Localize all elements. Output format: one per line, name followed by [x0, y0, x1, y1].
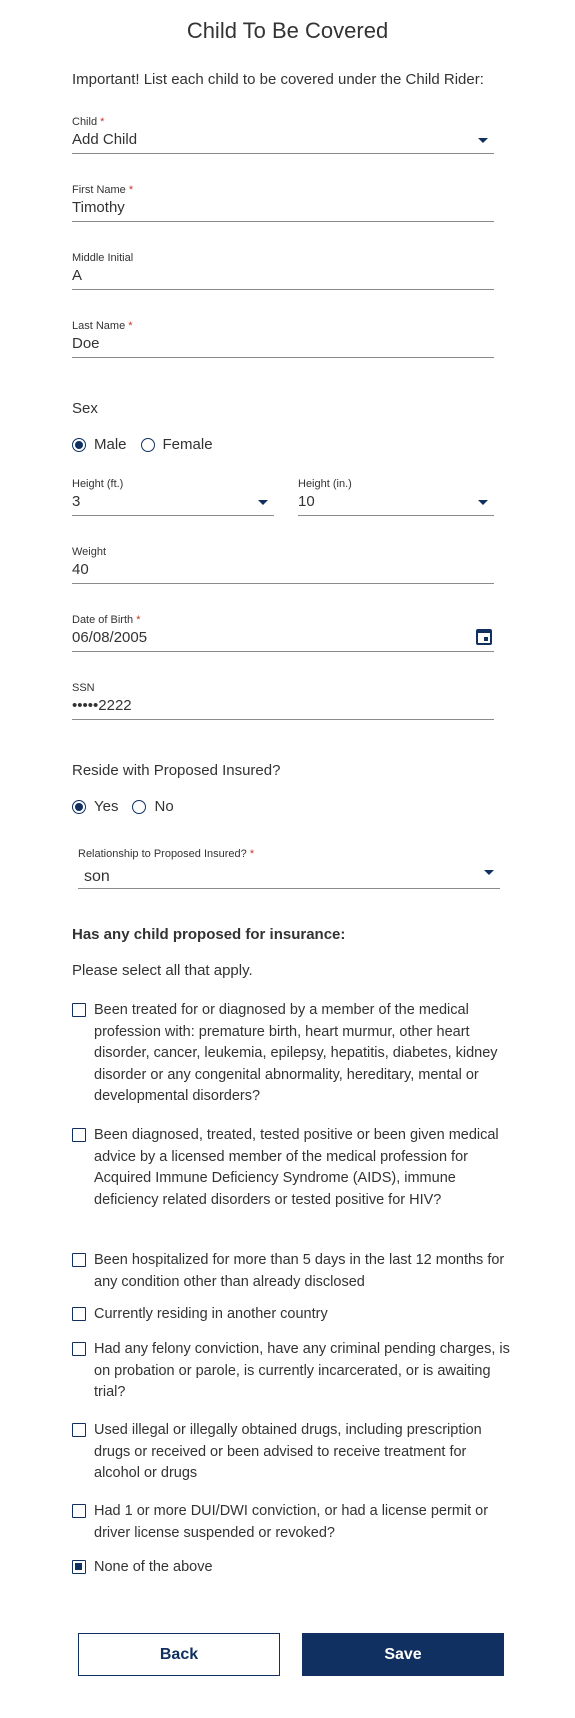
- calendar-icon[interactable]: [476, 629, 492, 645]
- checkbox-unchecked-icon[interactable]: [72, 1253, 86, 1267]
- question-text: Been diagnosed, treated, tested positive…: [94, 1127, 499, 1208]
- chevron-down-icon: [484, 870, 494, 875]
- checkbox-unchecked-icon[interactable]: [72, 1423, 86, 1437]
- question-item-none[interactable]: None of the above: [72, 1557, 512, 1579]
- back-button[interactable]: Back: [78, 1633, 280, 1676]
- height-ft-select[interactable]: Height (ft.) 3: [72, 478, 274, 516]
- question-item[interactable]: Been diagnosed, treated, tested positive…: [72, 1125, 512, 1211]
- reside-radio-group: Yes No: [72, 798, 188, 815]
- chevron-down-icon: [478, 500, 488, 505]
- chevron-down-icon: [258, 500, 268, 505]
- date-of-birth-label: Date of Birth *: [72, 614, 141, 626]
- checkbox-unchecked-icon[interactable]: [72, 1003, 86, 1017]
- last-name-field[interactable]: Last Name * Doe: [72, 320, 494, 358]
- question-text: Been treated for or diagnosed by a membe…: [94, 1002, 498, 1104]
- question-item[interactable]: Currently residing in another country: [72, 1304, 512, 1326]
- question-text: Had any felony conviction, have any crim…: [94, 1341, 510, 1400]
- questions-instruction: Please select all that apply.: [72, 962, 253, 979]
- question-item[interactable]: Been hospitalized for more than 5 days i…: [72, 1250, 512, 1293]
- checkbox-unchecked-icon[interactable]: [72, 1128, 86, 1142]
- radio-unselected-icon[interactable]: [140, 437, 155, 452]
- relationship-label: Relationship to Proposed Insured? *: [78, 848, 255, 860]
- question-item[interactable]: Used illegal or illegally obtained drugs…: [72, 1420, 512, 1485]
- date-of-birth-field[interactable]: Date of Birth * 06/08/2005: [72, 614, 494, 652]
- last-name-value: Doe: [72, 335, 100, 352]
- question-text: None of the above: [94, 1559, 213, 1575]
- question-text: Currently residing in another country: [94, 1306, 328, 1322]
- last-name-label: Last Name *: [72, 320, 133, 332]
- question-text: Been hospitalized for more than 5 days i…: [94, 1252, 505, 1290]
- ssn-field[interactable]: SSN •••••2222: [72, 682, 494, 720]
- reside-option-no-label: No: [154, 798, 174, 815]
- reside-option-yes[interactable]: Yes: [72, 798, 118, 815]
- question-text: Used illegal or illegally obtained drugs…: [94, 1422, 482, 1481]
- height-ft-value: 3: [72, 493, 81, 510]
- child-value: Add Child: [72, 131, 138, 148]
- relationship-select[interactable]: Relationship to Proposed Insured? * son: [78, 848, 500, 889]
- checkbox-unchecked-icon[interactable]: [72, 1504, 86, 1518]
- relationship-value: son: [84, 868, 110, 885]
- height-ft-label: Height (ft.): [72, 478, 124, 490]
- sex-option-female[interactable]: Female: [140, 436, 213, 453]
- child-label: Child *: [72, 116, 105, 128]
- intro-text: Important! List each child to be covered…: [72, 71, 484, 88]
- weight-label: Weight: [72, 546, 107, 558]
- child-select[interactable]: Child * Add Child: [72, 116, 494, 154]
- weight-field[interactable]: Weight 40: [72, 546, 494, 584]
- sex-option-male-label: Male: [94, 436, 127, 453]
- checkbox-checked-icon[interactable]: [72, 1560, 86, 1574]
- question-item[interactable]: Had any felony conviction, have any crim…: [72, 1339, 512, 1404]
- first-name-field[interactable]: First Name * Timothy: [72, 184, 494, 222]
- first-name-label: First Name *: [72, 184, 134, 196]
- question-text: Had 1 or more DUI/DWI conviction, or had…: [94, 1503, 489, 1541]
- middle-initial-field[interactable]: Middle Initial A: [72, 252, 494, 290]
- weight-value: 40: [72, 561, 89, 578]
- ssn-label: SSN: [72, 682, 95, 694]
- radio-unselected-icon[interactable]: [132, 799, 147, 814]
- checkbox-unchecked-icon[interactable]: [72, 1342, 86, 1356]
- reside-option-no[interactable]: No: [132, 798, 174, 815]
- radio-selected-icon[interactable]: [72, 437, 86, 452]
- sex-option-male[interactable]: Male: [72, 436, 127, 453]
- sex-option-female-label: Female: [162, 436, 213, 453]
- page-title: Child To Be Covered: [186, 18, 389, 43]
- sex-label: Sex: [72, 400, 98, 417]
- save-button[interactable]: Save: [302, 1633, 504, 1676]
- checkbox-unchecked-icon[interactable]: [72, 1307, 86, 1321]
- radio-selected-icon[interactable]: [72, 799, 86, 814]
- height-in-label: Height (in.): [298, 478, 352, 490]
- middle-initial-label: Middle Initial: [72, 252, 134, 264]
- question-item[interactable]: Been treated for or diagnosed by a membe…: [72, 1000, 512, 1108]
- reside-option-yes-label: Yes: [94, 798, 119, 815]
- question-item[interactable]: Had 1 or more DUI/DWI conviction, or had…: [72, 1501, 512, 1544]
- first-name-value: Timothy: [72, 199, 125, 216]
- questions-heading: Has any child proposed for insurance:: [72, 926, 346, 943]
- reside-label: Reside with Proposed Insured?: [72, 762, 281, 779]
- middle-initial-value: A: [72, 267, 83, 284]
- date-of-birth-value: 06/08/2005: [72, 629, 148, 646]
- chevron-down-icon: [478, 138, 488, 143]
- sex-radio-group: Male Female: [72, 436, 227, 453]
- ssn-value: •••••2222: [72, 697, 132, 714]
- height-in-value: 10: [298, 493, 315, 510]
- height-in-select[interactable]: Height (in.) 10: [298, 478, 494, 516]
